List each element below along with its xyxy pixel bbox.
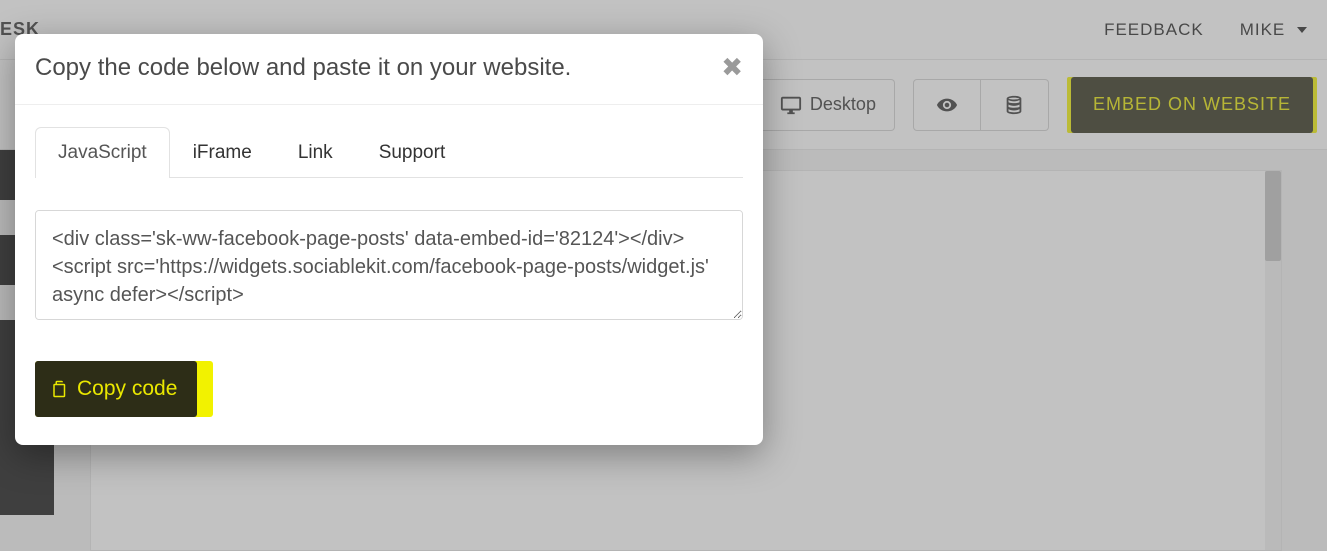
copy-code-button[interactable]: Copy code	[35, 361, 197, 417]
modal-title: Copy the code below and paste it on your…	[35, 54, 571, 82]
tab-row: JavaScript iFrame Link Support	[35, 127, 743, 178]
tab-support[interactable]: Support	[356, 127, 469, 178]
close-icon[interactable]: ✖	[721, 54, 743, 80]
clipboard-icon	[51, 379, 69, 399]
modal-body: JavaScript iFrame Link Support Copy code	[15, 105, 763, 445]
copy-highlight: Copy code	[35, 361, 213, 417]
embed-code-modal: Copy the code below and paste it on your…	[15, 34, 763, 445]
tab-link[interactable]: Link	[275, 127, 356, 178]
tab-iframe[interactable]: iFrame	[170, 127, 275, 178]
modal-header: Copy the code below and paste it on your…	[15, 34, 763, 105]
copy-code-label: Copy code	[77, 377, 177, 401]
tab-javascript[interactable]: JavaScript	[35, 127, 170, 178]
embed-code-textarea[interactable]	[35, 210, 743, 320]
